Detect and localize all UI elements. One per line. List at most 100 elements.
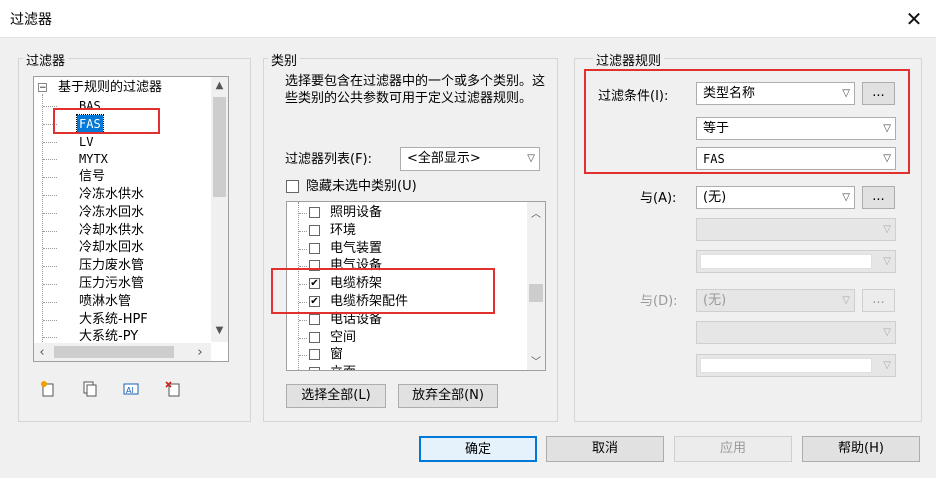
tree-root-label[interactable]: 基于规则的过滤器 <box>58 79 162 97</box>
annotation-box-cable-tray <box>271 268 495 314</box>
new-filter-icon[interactable] <box>40 381 56 397</box>
ok-button[interactable]: 确定 <box>419 436 537 462</box>
tree-connector <box>299 355 307 357</box>
and-a-ellipsis-button[interactable]: ... <box>862 186 895 209</box>
tree-connector <box>43 106 57 107</box>
category-vscroll[interactable]: ︿ ﹀ <box>527 202 545 370</box>
tree-connector <box>43 337 57 339</box>
filter-list-dropdown[interactable]: <全部显示> ▽ <box>400 147 540 171</box>
filter-list-label: 过滤器列表(F): <box>285 152 373 167</box>
and-a-dropdown[interactable]: (无) ▽ <box>696 186 855 209</box>
tree-connector <box>43 177 57 179</box>
category-checkbox[interactable] <box>309 367 320 370</box>
category-item-label[interactable]: 立面 <box>330 364 356 370</box>
and-d-label: 与(D): <box>640 294 678 309</box>
scroll-left-icon[interactable]: ‹ <box>36 345 48 360</box>
category-item-label[interactable]: 环境 <box>330 222 356 240</box>
and-d-value-combobox[interactable]: ▽ <box>696 354 896 377</box>
tree-connector <box>43 284 57 285</box>
category-item-label[interactable]: 照明设备 <box>330 204 382 222</box>
chevron-down-icon: ▽ <box>883 224 891 235</box>
deselect-all-button[interactable]: 放弃全部(N) <box>398 384 498 408</box>
delete-filter-icon[interactable] <box>165 381 181 397</box>
scroll-up-icon[interactable]: ︿ <box>527 205 545 220</box>
tree-connector <box>299 337 307 339</box>
tree-connector <box>43 141 57 143</box>
tree-connector <box>43 266 57 268</box>
scroll-right-icon[interactable]: › <box>194 345 206 360</box>
category-checkbox[interactable] <box>309 331 320 343</box>
cancel-button[interactable]: 取消 <box>546 436 664 462</box>
duplicate-filter-icon[interactable] <box>82 381 98 397</box>
and-a-label: 与(A): <box>640 191 677 206</box>
filter-item[interactable]: 冷却水回水 <box>77 239 146 257</box>
filters-vscroll-thumb[interactable] <box>213 97 226 197</box>
hide-unchecked-label: 隐藏未选中类别(U) <box>306 179 417 194</box>
category-checkbox[interactable] <box>309 349 320 361</box>
filter-list-value: <全部显示> <box>407 151 481 166</box>
chevron-down-icon: ▽ <box>883 327 891 338</box>
category-vscroll-thumb[interactable] <box>529 284 543 302</box>
svg-text:AI: AI <box>126 386 134 395</box>
and-a-operator-dropdown[interactable]: ▽ <box>696 218 896 241</box>
category-group-label: 类别 <box>268 50 301 69</box>
chevron-down-icon: ▽ <box>883 360 891 371</box>
category-checkbox[interactable] <box>309 242 320 254</box>
filters-hscroll[interactable]: ‹ › <box>34 343 211 361</box>
filters-hscroll-thumb[interactable] <box>54 346 174 358</box>
title-bar <box>0 0 936 38</box>
chevron-down-icon: ▽ <box>883 256 891 267</box>
filters-vscroll[interactable]: ▲ ▼ <box>211 77 228 342</box>
and-a-value-field[interactable] <box>700 254 872 269</box>
scroll-down-icon[interactable]: ﹀ <box>527 353 545 368</box>
filter-item[interactable]: 压力污水管 <box>77 275 146 293</box>
filters-group-label: 过滤器 <box>23 50 69 69</box>
tree-connector <box>299 230 307 232</box>
hide-unchecked-checkbox[interactable] <box>286 180 299 193</box>
collapse-icon[interactable]: − <box>38 83 47 93</box>
and-a-value-combobox[interactable]: ▽ <box>696 250 896 273</box>
chevron-down-icon: ▽ <box>842 192 850 203</box>
tree-connector <box>299 319 307 321</box>
select-all-button[interactable]: 选择全部(L) <box>286 384 386 408</box>
tree-connector <box>299 213 307 214</box>
category-description: 选择要包含在过滤器中的一个或多个类别。这些类别的公共参数可用于定义过滤器规则。 <box>285 74 546 106</box>
and-d-value: (无) <box>703 293 727 308</box>
category-checkbox[interactable] <box>309 313 320 325</box>
filter-item[interactable]: MYTX <box>77 150 110 168</box>
and-d-ellipsis-button[interactable]: ... <box>862 289 895 312</box>
tree-connector <box>299 248 307 250</box>
filter-item[interactable]: 冷冻水回水 <box>77 204 146 222</box>
category-item-label[interactable]: 空间 <box>330 329 356 347</box>
scroll-up-icon[interactable]: ▲ <box>211 80 228 91</box>
tree-connector <box>43 159 57 161</box>
filter-item[interactable]: 信号 <box>77 168 107 186</box>
tree-connector <box>43 212 57 214</box>
annotation-box-rule <box>584 69 910 174</box>
rules-group-label: 过滤器规则 <box>593 50 665 69</box>
close-icon[interactable]: ✕ <box>900 5 928 33</box>
category-item-label[interactable]: 窗 <box>330 346 343 364</box>
annotation-box-fas <box>53 108 160 134</box>
and-d-operator-dropdown[interactable]: ▽ <box>696 321 896 344</box>
and-a-value: (无) <box>703 190 727 205</box>
apply-button[interactable]: 应用 <box>674 436 792 462</box>
filter-item[interactable]: 冷却水供水 <box>77 222 146 240</box>
and-d-value-field[interactable] <box>700 358 872 373</box>
filter-item[interactable]: 喷淋水管 <box>77 293 133 311</box>
window-title: 过滤器 <box>10 12 52 28</box>
rename-filter-icon[interactable]: AI <box>123 381 139 397</box>
tree-connector <box>43 195 57 196</box>
filter-item[interactable]: 压力废水管 <box>77 257 146 275</box>
filter-item[interactable]: 冷冻水供水 <box>77 186 146 204</box>
category-checkbox[interactable] <box>309 224 320 236</box>
and-d-dropdown[interactable]: (无) ▽ <box>696 289 855 312</box>
filter-item[interactable]: LV <box>77 133 95 151</box>
category-checkbox[interactable] <box>309 207 320 218</box>
tree-line <box>42 94 43 344</box>
filter-item[interactable]: 大系统-HPF <box>77 311 150 329</box>
tree-connector <box>43 301 57 303</box>
category-item-label[interactable]: 电气装置 <box>330 240 382 258</box>
scroll-down-icon[interactable]: ▼ <box>211 325 228 336</box>
help-button[interactable]: 帮助(H) <box>802 436 920 462</box>
